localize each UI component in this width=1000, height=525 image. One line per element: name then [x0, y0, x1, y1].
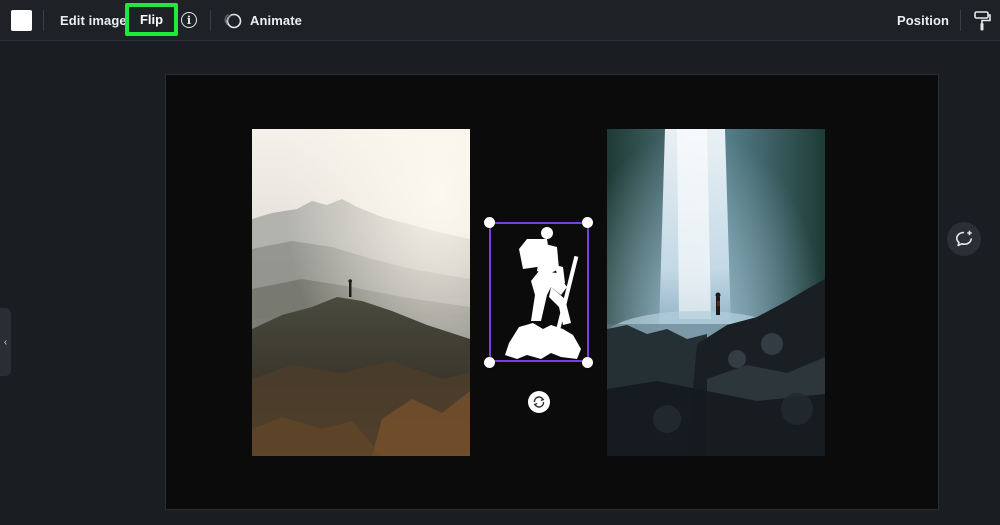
edit-image-button[interactable]: Edit image [60, 13, 127, 28]
toolbar-divider [210, 10, 211, 31]
rotate-button[interactable] [528, 391, 550, 413]
flip-button[interactable]: Flip [125, 3, 178, 36]
rotate-icon [533, 396, 545, 408]
selection-box[interactable] [489, 222, 589, 362]
design-page[interactable] [165, 74, 939, 510]
flip-button-label: Flip [139, 12, 164, 27]
resize-handle-bottom-right[interactable] [582, 357, 593, 368]
toolbar-divider [43, 10, 44, 31]
toolbar-divider [960, 10, 961, 31]
position-button[interactable]: Position [897, 13, 949, 28]
editor-toolbar: Edit image Flip i Animate Position [0, 0, 1000, 41]
mountain-hiker-photo[interactable] [252, 129, 470, 456]
waterfall-hiker-image [607, 129, 825, 456]
resize-handle-top-left[interactable] [484, 217, 495, 228]
waterfall-hiker-photo[interactable] [607, 129, 825, 456]
info-icon[interactable]: i [181, 12, 197, 28]
resize-handle-bottom-left[interactable] [484, 357, 495, 368]
mountain-hiker-image [252, 129, 470, 456]
color-swatch[interactable] [11, 10, 32, 31]
add-comment-icon [956, 230, 972, 247]
resize-handle-top-right[interactable] [582, 217, 593, 228]
side-panel-toggle[interactable]: ‹ [0, 308, 11, 376]
info-glyph: i [186, 13, 192, 27]
animate-icon[interactable] [223, 11, 243, 31]
add-comment-button[interactable] [947, 222, 981, 256]
animate-button[interactable]: Animate [250, 13, 302, 28]
paint-roller-icon[interactable] [973, 10, 991, 32]
chevron-left-icon: ‹ [3, 336, 8, 348]
